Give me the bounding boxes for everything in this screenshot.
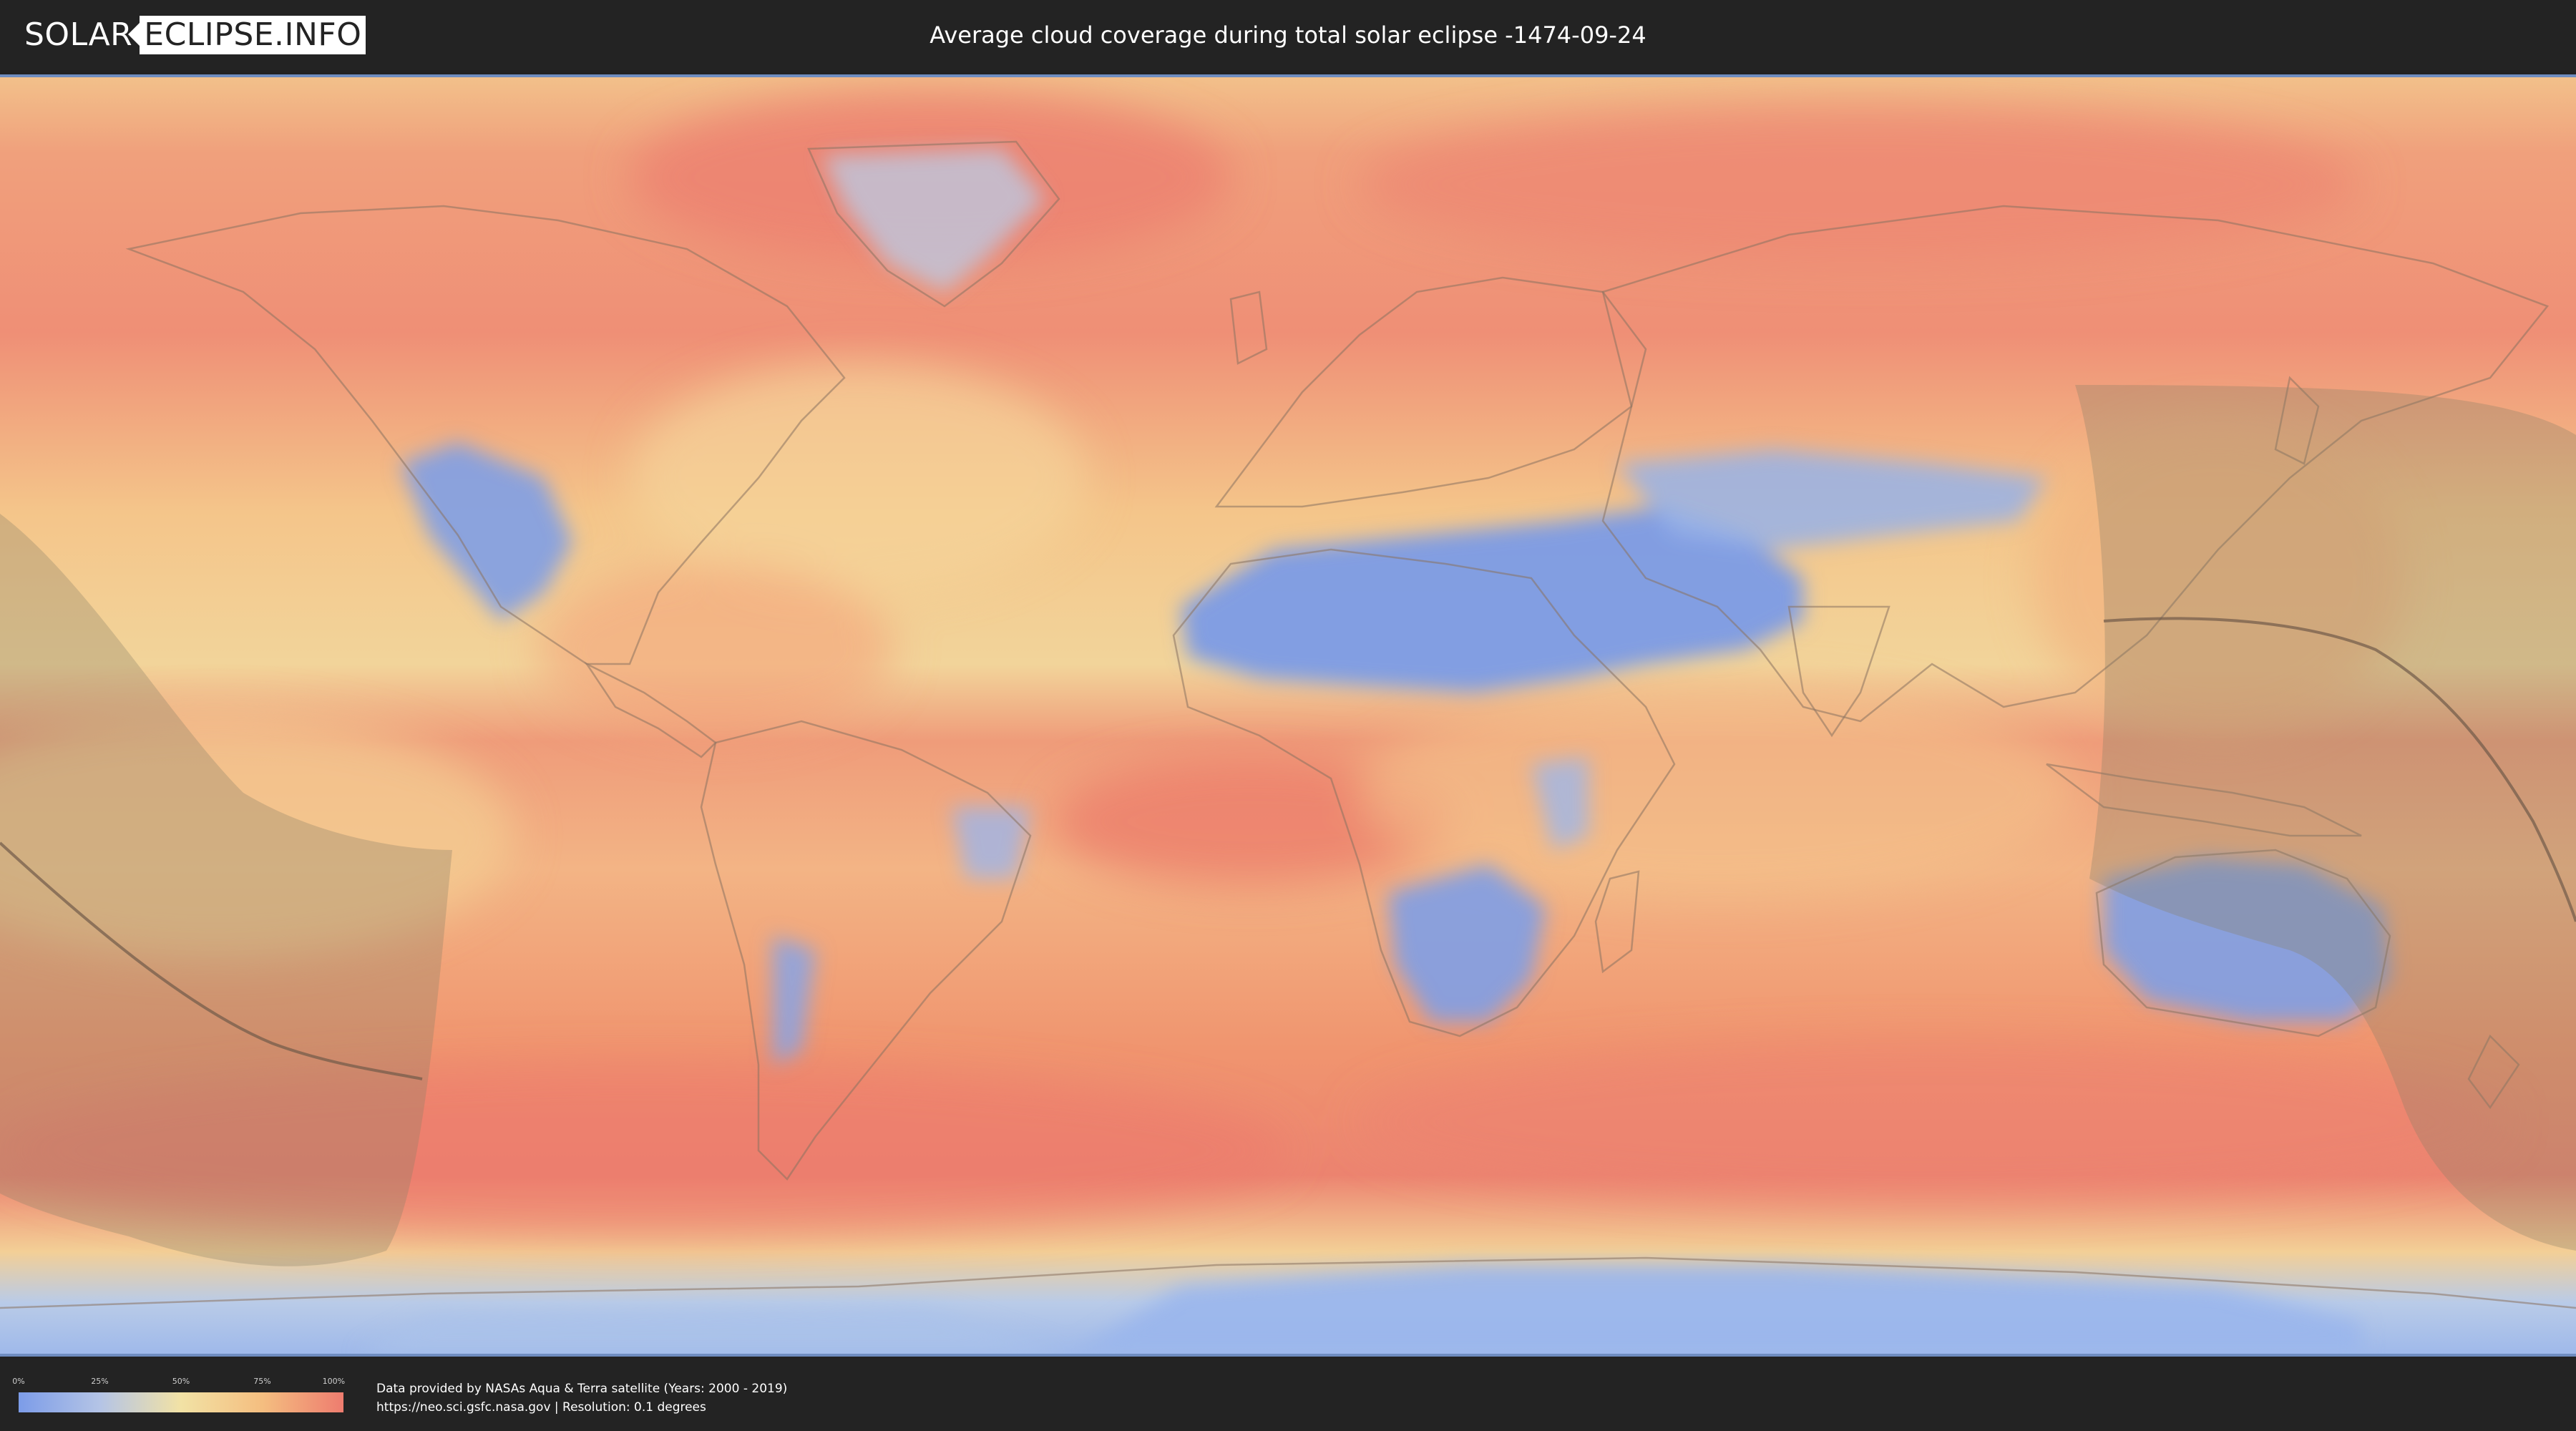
legend-tick-75: 75% — [253, 1377, 271, 1386]
data-credit: Data provided by NASAs Aqua & Terra sate… — [376, 1379, 787, 1417]
cloud-coverage-map[interactable] — [0, 74, 2576, 1357]
legend-tick-0: 0% — [12, 1377, 25, 1386]
footer-bar: 0% 25% 50% 75% 100% Data provided by NAS… — [0, 1359, 2576, 1431]
legend-tick-100: 100% — [322, 1377, 346, 1386]
legend-tick-50: 50% — [172, 1377, 190, 1386]
legend-tick-25: 25% — [91, 1377, 109, 1386]
header-bar: SOLAR ECLIPSE.INFO Average cloud coverag… — [0, 0, 2576, 72]
page-title: Average cloud coverage during total sola… — [930, 21, 1646, 49]
credit-line-source: Data provided by NASAs Aqua & Terra sate… — [376, 1382, 788, 1396]
cloud-coverage-legend: 0% 25% 50% 75% 100% — [12, 1377, 346, 1412]
map-svg — [0, 77, 2576, 1354]
credit-line-url[interactable]: https://neo.sci.gsfc.nasa.gov | Resoluti… — [376, 1398, 787, 1417]
legend-ticks: 0% 25% 50% 75% 100% — [12, 1377, 346, 1388]
legend-color-bar — [19, 1392, 343, 1412]
